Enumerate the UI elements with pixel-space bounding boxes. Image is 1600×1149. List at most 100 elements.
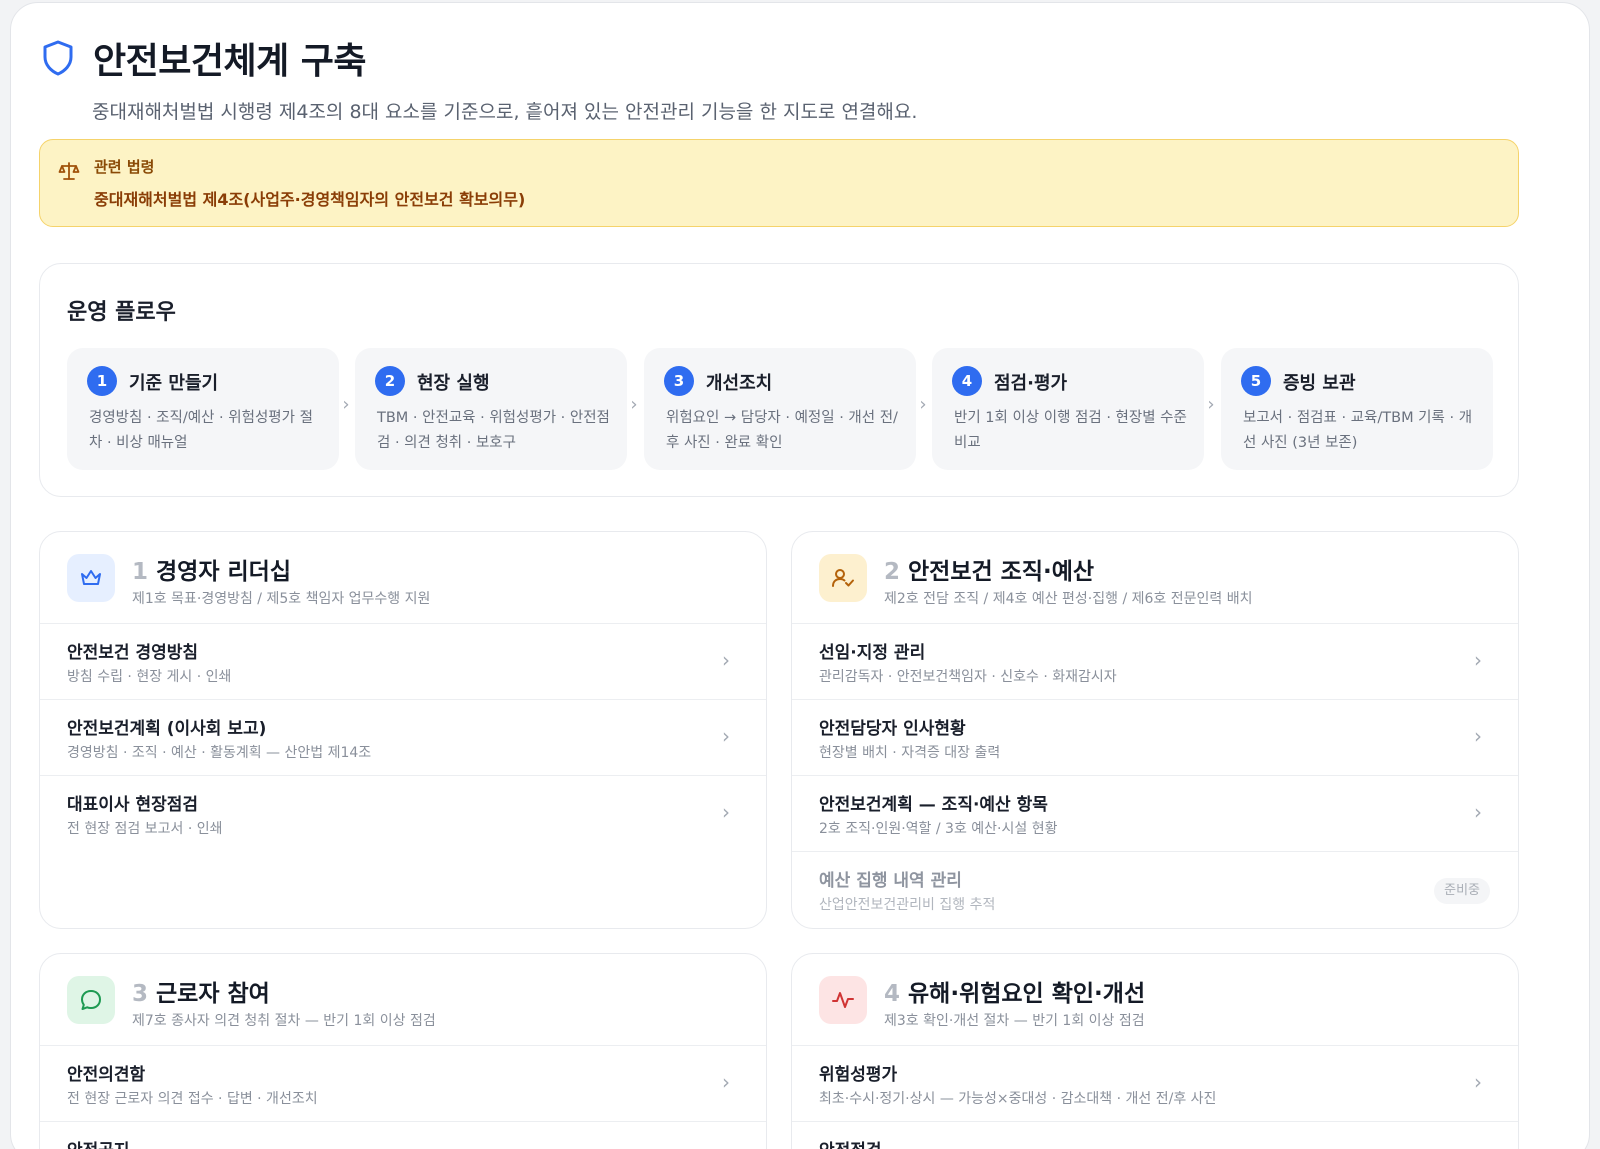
section-number: 1 — [132, 559, 149, 585]
item-title: 대표이사 현장점검 — [67, 795, 199, 815]
chevron-right-icon: › — [722, 724, 730, 748]
flow-step-4: 4 점검·평가 반기 1회 이상 이행 점검 · 현장별 수준 비교 — [932, 348, 1204, 470]
chevron-right-icon: › — [722, 1070, 730, 1094]
step-number: 2 — [375, 366, 405, 396]
step-number: 5 — [1241, 366, 1271, 396]
chevron-right-icon: › — [630, 394, 638, 415]
step-desc: TBM · 안전교육 · 위험성평가 · 안전점검 · 의견 청취 · 보호구 — [377, 410, 610, 451]
crown-icon — [67, 554, 115, 602]
section-number: 3 — [132, 981, 149, 1007]
chevron-right-icon: › — [1474, 1070, 1482, 1094]
law-text: 중대재해처벌법 제4조(사업주·경영책임자의 안전보건 확보의무) — [94, 190, 526, 209]
flow-title: 운영 플로우 — [67, 300, 176, 325]
item-title: 안전공지 — [67, 1136, 130, 1149]
section-card-leadership: 1 경영자 리더십 제1호 목표·경영방침 / 제5호 책임자 업무수행 지원 안… — [39, 531, 767, 929]
item-title: 안전보건계획 (이사회 보고) — [67, 719, 267, 739]
step-number: 4 — [952, 366, 982, 396]
item-title: 안전보건 경영방침 — [67, 643, 199, 663]
law-label: 관련 법령 — [94, 158, 155, 176]
flow-steps: 1 기준 만들기 경영방침 · 조직/예산 · 위험성평가 절차 · 비상 매뉴… — [67, 348, 1493, 470]
item-title: 안전보건계획 — 조직·예산 항목 — [819, 795, 1048, 815]
step-title: 기준 만들기 — [129, 373, 219, 394]
page-header: 안전보건체계 구축 — [39, 33, 367, 83]
page-subtitle: 중대재해처벌법 시행령 제4조의 8대 요소를 기준으로, 흩어져 있는 안전관… — [92, 101, 918, 123]
list-item[interactable]: 안전공지 — [40, 1122, 766, 1149]
item-title: 안전점검 — [819, 1136, 882, 1149]
section-card-hazard-improvement: 4 유해·위험요인 확인·개선 제3호 확인·개선 절차 — 반기 1회 이상 점… — [791, 953, 1519, 1149]
step-title: 현장 실행 — [417, 373, 490, 394]
list-item[interactable]: 안전보건계획 — 조직·예산 항목 2호 조직·인원·역할 / 3호 예산·시설… — [792, 776, 1518, 852]
flow-step-5: 5 증빙 보관 보고서 · 점검표 · 교육/TBM 기록 · 개선 사진 (3… — [1221, 348, 1493, 470]
item-title: 위험성평가 — [819, 1065, 898, 1085]
section-title: 근로자 참여 — [156, 981, 270, 1007]
item-title: 예산 집행 내역 관리 — [819, 871, 962, 891]
chevron-right-icon: › — [1207, 394, 1215, 415]
chevron-right-icon: › — [1474, 800, 1482, 824]
flow-step-2: 2 현장 실행 TBM · 안전교육 · 위험성평가 · 안전점검 · 의견 청… — [355, 348, 627, 470]
section-number: 2 — [884, 559, 901, 585]
app-window: 안전보건체계 구축 중대재해처벌법 시행령 제4조의 8대 요소를 기준으로, … — [10, 2, 1590, 1149]
list-item[interactable]: 안전보건 경영방침 방침 수립 · 현장 게시 · 인쇄 › — [40, 624, 766, 700]
step-desc: 위험요인 → 담당자 · 예정일 · 개선 전/후 사진 · 완료 확인 — [666, 410, 898, 451]
card-header: 4 유해·위험요인 확인·개선 제3호 확인·개선 절차 — 반기 1회 이상 점… — [792, 954, 1518, 1046]
section-subtitle: 제1호 목표·경영방침 / 제5호 책임자 업무수행 지원 — [132, 591, 431, 607]
flow-step-1: 1 기준 만들기 경영방침 · 조직/예산 · 위험성평가 절차 · 비상 매뉴… — [67, 348, 339, 470]
list-item[interactable]: 위험성평가 최초·수시·정기·상시 — 가능성×중대성 · 감소대책 · 개선 … — [792, 1046, 1518, 1122]
section-card-organization-budget: 2 안전보건 조직·예산 제2호 전담 조직 / 제4호 예산 편성·집행 / 제… — [791, 531, 1519, 929]
chevron-right-icon: › — [1474, 724, 1482, 748]
section-subtitle: 제7호 종사자 의견 청취 절차 — 반기 1회 이상 점검 — [132, 1013, 436, 1029]
chevron-right-icon: › — [722, 800, 730, 824]
section-title: 경영자 리더십 — [156, 559, 291, 585]
item-desc: 현장별 배치 · 자격증 대장 출력 — [819, 745, 1001, 761]
item-desc: 경영방침 · 조직 · 예산 · 활동계획 — 산안법 제14조 — [67, 745, 372, 761]
step-title: 증빙 보관 — [1283, 373, 1356, 394]
list-item[interactable]: 안전보건계획 (이사회 보고) 경영방침 · 조직 · 예산 · 활동계획 — … — [40, 700, 766, 776]
card-header: 2 안전보건 조직·예산 제2호 전담 조직 / 제4호 예산 편성·집행 / 제… — [792, 532, 1518, 624]
chevron-right-icon: › — [722, 648, 730, 672]
list-item[interactable]: 안전의견함 전 현장 근로자 의견 접수 · 답변 · 개선조치 › — [40, 1046, 766, 1122]
step-desc: 보고서 · 점검표 · 교육/TBM 기록 · 개선 사진 (3년 보존) — [1243, 410, 1473, 451]
flow-step-3: 3 개선조치 위험요인 → 담당자 · 예정일 · 개선 전/후 사진 · 완료… — [644, 348, 916, 470]
chat-icon — [67, 976, 115, 1024]
card-header: 1 경영자 리더십 제1호 목표·경영방침 / 제5호 책임자 업무수행 지원 — [40, 532, 766, 624]
step-desc: 반기 1회 이상 이행 점검 · 현장별 수준 비교 — [954, 410, 1187, 451]
page-title: 안전보건체계 구축 — [93, 41, 367, 82]
list-item[interactable]: 안전점검 — [792, 1122, 1518, 1149]
list-item[interactable]: 대표이사 현장점검 전 현장 점검 보고서 · 인쇄 › — [40, 776, 766, 852]
status-badge: 준비중 — [1434, 878, 1490, 904]
pulse-icon — [819, 976, 867, 1024]
section-card-worker-participation: 3 근로자 참여 제7호 종사자 의견 청취 절차 — 반기 1회 이상 점검 안… — [39, 953, 767, 1149]
operation-flow-panel: 운영 플로우 1 기준 만들기 경영방침 · 조직/예산 · 위험성평가 절차 … — [39, 263, 1519, 497]
item-desc: 2호 조직·인원·역할 / 3호 예산·시설 현황 — [819, 821, 1058, 837]
item-desc: 방침 수립 · 현장 게시 · 인쇄 — [67, 669, 232, 685]
list-item[interactable]: 안전담당자 인사현황 현장별 배치 · 자격증 대장 출력 › — [792, 700, 1518, 776]
step-desc: 경영방침 · 조직/예산 · 위험성평가 절차 · 비상 매뉴얼 — [89, 410, 313, 451]
section-subtitle: 제3호 확인·개선 절차 — 반기 1회 이상 점검 — [884, 1013, 1145, 1029]
section-subtitle: 제2호 전담 조직 / 제4호 예산 편성·집행 / 제6호 전문인력 배치 — [884, 591, 1253, 607]
section-number: 4 — [884, 981, 901, 1007]
card-header: 3 근로자 참여 제7호 종사자 의견 청취 절차 — 반기 1회 이상 점검 — [40, 954, 766, 1046]
item-desc: 전 현장 근로자 의견 접수 · 답변 · 개선조치 — [67, 1091, 318, 1107]
user-check-icon — [819, 554, 867, 602]
section-title: 유해·위험요인 확인·개선 — [908, 981, 1146, 1007]
step-title: 점검·평가 — [994, 373, 1068, 394]
section-title: 안전보건 조직·예산 — [908, 559, 1095, 585]
item-desc: 산업안전보건관리비 집행 추적 — [819, 897, 996, 913]
chevron-right-icon: › — [1474, 648, 1482, 672]
item-desc: 최초·수시·정기·상시 — 가능성×중대성 · 감소대책 · 개선 전/후 사진 — [819, 1091, 1217, 1107]
item-title: 안전의견함 — [67, 1065, 146, 1085]
law-callout: 관련 법령 중대재해처벌법 제4조(사업주·경영책임자의 안전보건 확보의무) — [39, 139, 1519, 227]
item-desc: 관리감독자 · 안전보건책임자 · 신호수 · 화재감시자 — [819, 669, 1117, 685]
list-item-disabled: 예산 집행 내역 관리 산업안전보건관리비 집행 추적 준비중 — [792, 852, 1518, 928]
item-desc: 전 현장 점검 보고서 · 인쇄 — [67, 821, 223, 837]
item-title: 선임·지정 관리 — [819, 643, 926, 663]
list-item[interactable]: 선임·지정 관리 관리감독자 · 안전보건책임자 · 신호수 · 화재감시자 › — [792, 624, 1518, 700]
item-title: 안전담당자 인사현황 — [819, 719, 966, 739]
chevron-right-icon: › — [919, 394, 927, 415]
step-number: 3 — [664, 366, 694, 396]
step-title: 개선조치 — [706, 373, 773, 394]
step-number: 1 — [87, 366, 117, 396]
scale-icon — [58, 162, 80, 180]
shield-icon — [43, 40, 73, 76]
chevron-right-icon: › — [342, 394, 350, 415]
